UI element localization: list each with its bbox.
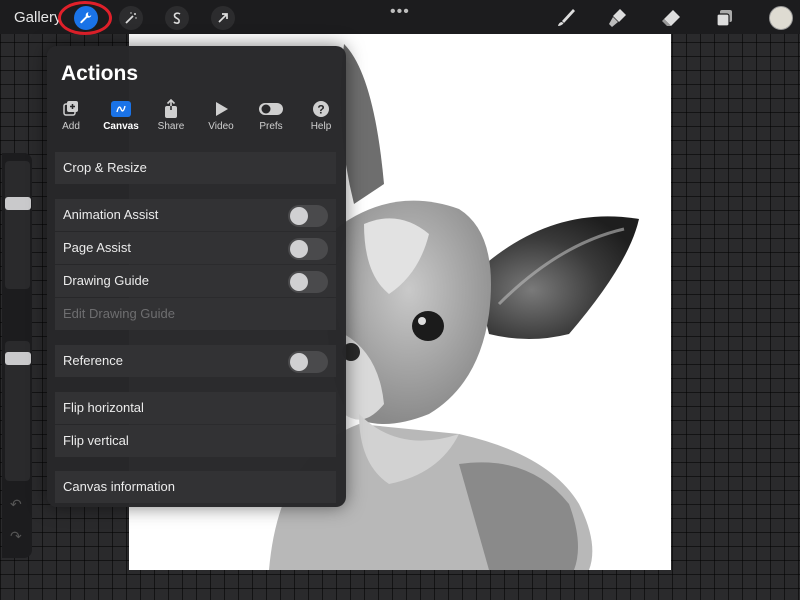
prefs-icon <box>259 103 283 115</box>
brush-size-track[interactable] <box>5 161 30 289</box>
left-sidebar: ↶ ↷ <box>2 153 32 558</box>
page-assist-item: Page Assist <box>55 232 336 264</box>
tab-video-label: Video <box>208 121 234 132</box>
drawing-guide-item: Drawing Guide <box>55 265 336 297</box>
help-icon: ? <box>313 101 329 117</box>
brush-tool[interactable] <box>552 5 578 31</box>
tab-prefs-label: Prefs <box>259 121 283 132</box>
selection-button[interactable] <box>165 6 189 30</box>
layers-tool[interactable] <box>712 5 738 31</box>
smudge-tool[interactable] <box>605 5 631 31</box>
canvas-icon <box>111 101 131 117</box>
share-icon <box>165 99 177 118</box>
tab-canvas[interactable]: Canvas <box>99 98 143 132</box>
animation-assist-toggle[interactable] <box>288 205 328 227</box>
undo-icon[interactable]: ↶ <box>10 496 22 513</box>
transform-arrow-icon <box>218 13 228 23</box>
more-options-icon[interactable]: ••• <box>390 3 410 21</box>
crop-resize-label: Crop & Resize <box>63 160 147 175</box>
selection-icon <box>173 12 181 24</box>
eraser-icon <box>662 10 680 26</box>
tab-share[interactable]: Share <box>149 98 193 132</box>
animation-assist-item: Animation Assist <box>55 199 336 231</box>
top-toolbar: Gallery ••• <box>0 0 800 35</box>
tab-add[interactable]: Add <box>49 98 93 132</box>
panel-title: Actions <box>61 62 139 85</box>
opacity-slider[interactable] <box>5 352 31 365</box>
tab-share-label: Share <box>157 121 185 132</box>
canvas-information-label: Canvas information <box>63 479 175 494</box>
video-icon <box>216 102 228 116</box>
flip-horizontal-label: Flip horizontal <box>63 400 144 415</box>
drawing-guide-label: Drawing Guide <box>63 273 149 288</box>
flip-vertical-item[interactable]: Flip vertical <box>55 425 336 457</box>
add-icon <box>63 101 78 116</box>
crop-resize-item[interactable]: Crop & Resize <box>55 152 336 184</box>
tab-help-label: Help <box>310 121 332 132</box>
page-assist-label: Page Assist <box>63 240 131 255</box>
tab-canvas-label: Canvas <box>103 121 139 132</box>
animation-assist-label: Animation Assist <box>63 207 159 222</box>
smudge-icon <box>609 9 626 27</box>
highlight-ring <box>58 1 112 35</box>
redo-icon[interactable]: ↷ <box>10 528 22 545</box>
transform-button[interactable] <box>211 6 235 30</box>
magic-wand-icon <box>125 12 137 24</box>
brush-size-slider[interactable] <box>5 197 31 210</box>
flip-horizontal-item[interactable]: Flip horizontal <box>55 392 336 424</box>
reference-toggle[interactable] <box>288 351 328 373</box>
tab-video[interactable]: Video <box>199 98 243 132</box>
gallery-button[interactable]: Gallery <box>14 9 62 26</box>
actions-panel: Actions Add Canvas Share Video Prefs ? H… <box>47 46 346 507</box>
tab-add-label: Add <box>62 121 80 132</box>
edit-drawing-guide-item: Edit Drawing Guide <box>55 298 336 330</box>
svg-text:?: ? <box>317 103 324 117</box>
brush-icon <box>558 9 575 26</box>
tab-prefs[interactable]: Prefs <box>249 98 293 132</box>
flip-vertical-label: Flip vertical <box>63 433 129 448</box>
edit-drawing-guide-label: Edit Drawing Guide <box>63 306 175 321</box>
reference-label: Reference <box>63 353 123 368</box>
reference-item: Reference <box>55 345 336 377</box>
layers-icon <box>716 10 732 27</box>
color-picker[interactable] <box>769 6 793 30</box>
eraser-tool[interactable] <box>658 5 684 31</box>
adjustments-button[interactable] <box>119 6 143 30</box>
page-assist-toggle[interactable] <box>288 238 328 260</box>
drawing-guide-toggle[interactable] <box>288 271 328 293</box>
canvas-information-item[interactable]: Canvas information <box>55 471 336 503</box>
tab-help[interactable]: ? Help <box>299 98 343 132</box>
